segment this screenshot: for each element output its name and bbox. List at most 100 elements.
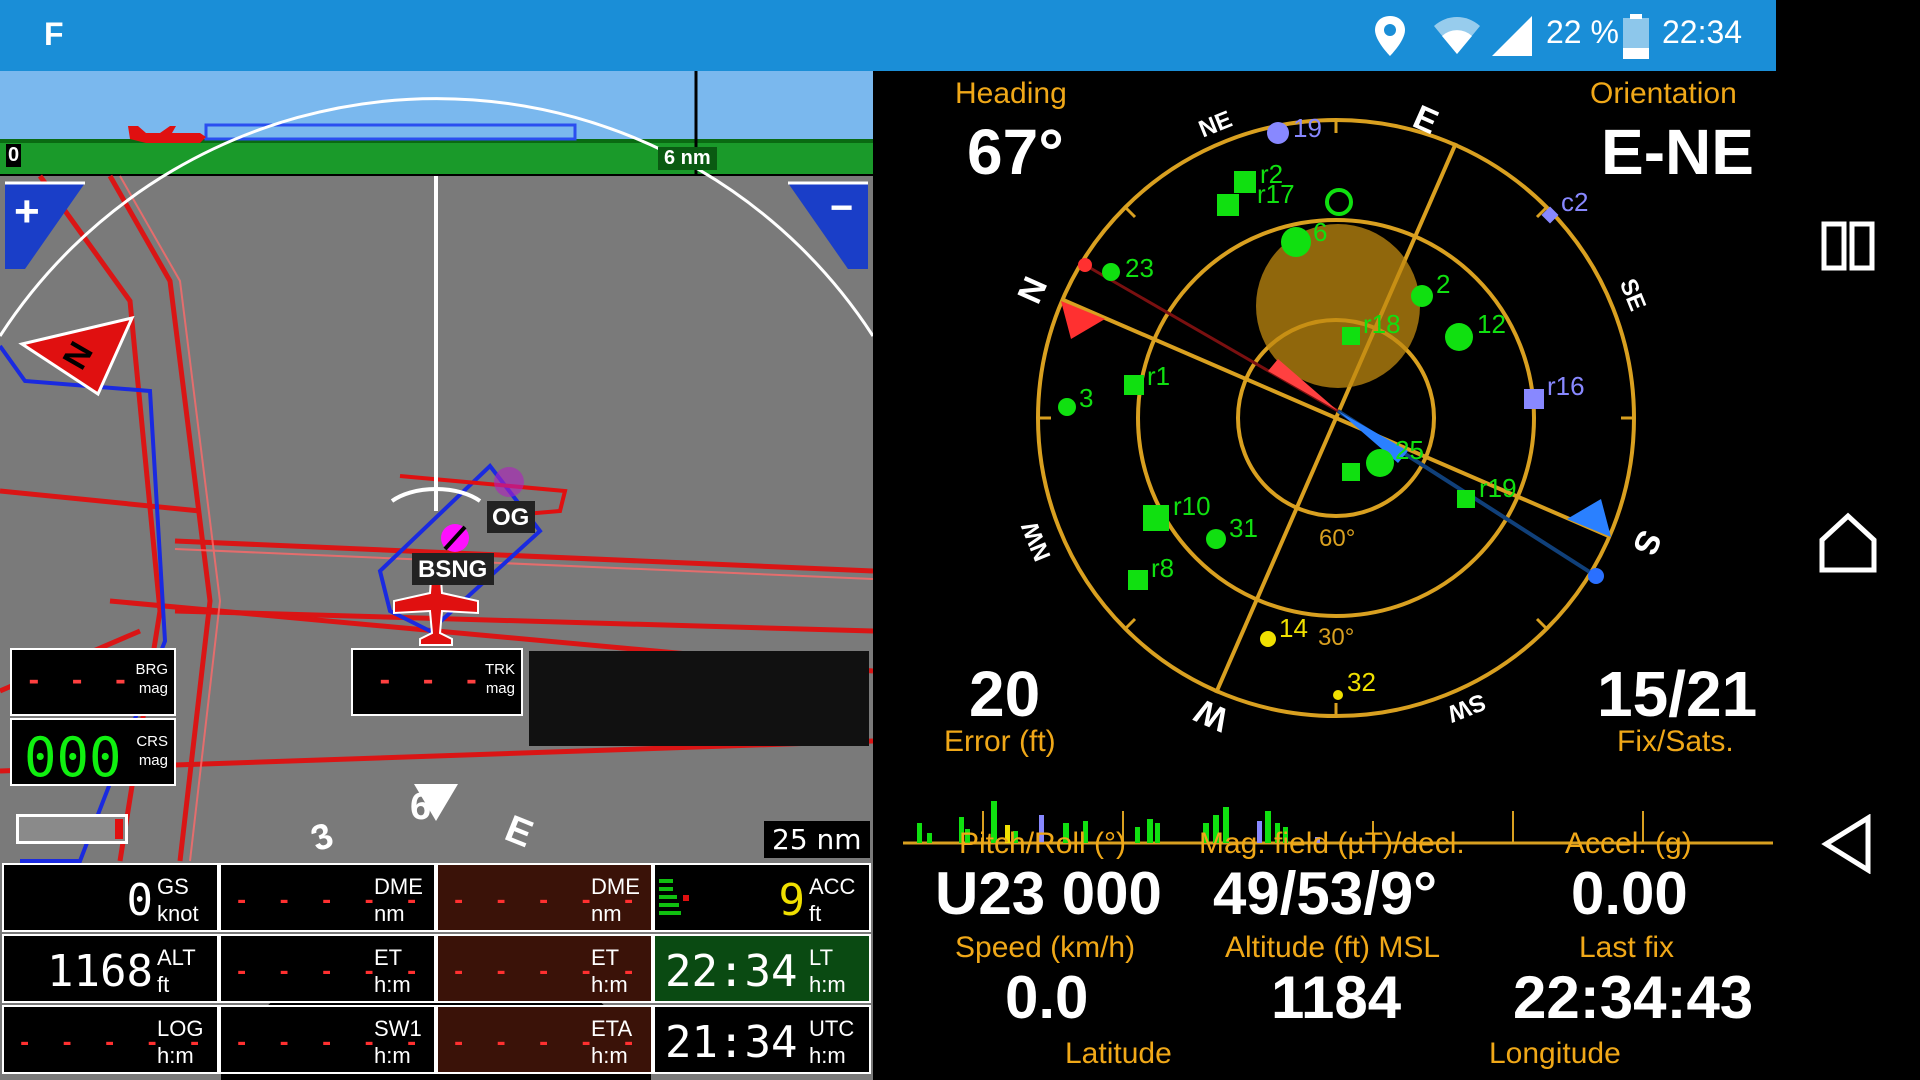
gs-label: GS	[157, 874, 189, 899]
recents-button[interactable]	[1776, 186, 1920, 306]
waypoint-og-marker	[494, 467, 524, 497]
log-label: LOG	[157, 1016, 204, 1041]
satellite-3-marker	[1058, 398, 1076, 416]
speed-value: 0.0	[1005, 964, 1089, 1031]
dme2-unit: nm	[591, 901, 622, 926]
ring-label-60: 60°	[1319, 525, 1356, 552]
mag-label: Mag. field (µT)/decl.	[1199, 827, 1465, 860]
satellite-23-marker	[1102, 263, 1120, 281]
brg-unit: mag	[138, 680, 168, 697]
satellite-r1-marker	[1124, 375, 1144, 395]
satellite-32-label: 32	[1347, 667, 1376, 697]
satellite-r16-label: r16	[1547, 371, 1585, 401]
lt-labels: LT h:m	[809, 944, 861, 998]
crs-unit: mag	[138, 752, 168, 769]
lastfix-value: 22:34:43	[1513, 964, 1754, 1031]
et1-label: ET	[374, 945, 403, 970]
home-button[interactable]	[1776, 482, 1920, 602]
altitude-label: Altitude (ft) MSL	[1225, 931, 1441, 964]
north-pointer-icon	[1061, 301, 1105, 339]
satellite-6-marker	[1281, 227, 1311, 257]
satellite-r8-marker	[1128, 570, 1148, 590]
gs-value: 0	[126, 875, 154, 926]
svg-text:+: +	[14, 187, 40, 236]
lt-cell[interactable]: 22:34 LT h:m	[653, 934, 871, 1003]
satellite-6-label: 6	[1313, 217, 1328, 247]
fix-value: 15/21	[1597, 658, 1758, 730]
pitch-label: Pitch/Roll (°)	[959, 827, 1127, 860]
satellite-r17-label: r17	[1257, 179, 1295, 209]
longitude-label: Longitude	[1489, 1037, 1621, 1070]
sw1-cell[interactable]: - - - - - SW1 h:m	[219, 1005, 436, 1074]
log-labels: LOG h:m	[157, 1015, 209, 1069]
acc-value: 9	[778, 875, 806, 926]
sun-marker	[1325, 188, 1353, 216]
error-label: Error (ft)	[944, 725, 1056, 758]
sw1-labels: SW1 h:m	[374, 1015, 426, 1069]
accel-value: 0.00	[1571, 860, 1688, 927]
alt-labels: ALT ft	[157, 944, 209, 998]
satellite-2-label: 2	[1436, 269, 1451, 299]
eta-cell[interactable]: - - - - - ETA h:m	[436, 1005, 653, 1074]
alt-cell[interactable]: 1168 ALT ft	[2, 934, 219, 1003]
waypoint-og-label[interactable]: OG	[487, 501, 535, 533]
et1-cell[interactable]: - - - - - ET h:m	[219, 934, 436, 1003]
satellite-19-label: 19	[1293, 113, 1322, 143]
alt-label: ALT	[157, 945, 196, 970]
lt-unit: h:m	[809, 972, 846, 997]
message-area	[529, 651, 869, 746]
trk-label: TRK mag	[485, 660, 515, 698]
trk-unit: mag	[485, 680, 515, 697]
crs-box[interactable]: 000 CRS mag	[10, 718, 176, 789]
acc-cell[interactable]: 9 ACC ft	[653, 863, 871, 932]
dme2-cell[interactable]: - - - - - DME nm	[436, 863, 653, 932]
satellite-r8-label: r8	[1151, 553, 1175, 583]
gs-labels: GS knot	[157, 873, 209, 927]
app-letter: F	[44, 16, 64, 52]
sw1-label: SW1	[374, 1016, 422, 1041]
gps-status-panel: Heading 67° Orientation E-NE N NE E SE S…	[873, 71, 1776, 1080]
satellite-r17-marker	[1217, 194, 1239, 216]
satellite-r2-marker	[1234, 171, 1256, 193]
log-cell[interactable]: - - - - - LOG h:m	[2, 1005, 219, 1074]
signal-icon	[1490, 14, 1534, 66]
satellite-12-marker	[1445, 323, 1473, 351]
et2-cell[interactable]: - - - - - ET h:m	[436, 934, 653, 1003]
svg-text:−: −	[830, 186, 853, 230]
battery-icon	[1622, 14, 1650, 68]
heading-needle-north	[1268, 359, 1338, 411]
satellite-c2-label: c2	[1561, 187, 1589, 217]
satellite-r16-marker	[1524, 389, 1544, 409]
satellite-marker	[1342, 463, 1360, 481]
trk-box[interactable]: - - - TRK mag	[351, 648, 523, 716]
mag-value: 49/53/9°	[1213, 860, 1438, 927]
satellite-r1-label: r1	[1147, 361, 1171, 391]
compass-label-6: 6	[410, 786, 432, 828]
satellite-25-label: 25	[1395, 435, 1424, 465]
alt-unit: ft	[157, 972, 170, 997]
satellite-r10-marker	[1143, 505, 1169, 531]
utc-labels: UTC h:m	[809, 1015, 861, 1069]
waypoint-bsng-label[interactable]: BSNG	[412, 553, 494, 585]
waypoint-bsng-text: BSNG	[418, 556, 488, 583]
dme2-label: DME	[591, 874, 640, 899]
satellite-r18-label: r18	[1363, 309, 1401, 339]
dme1-cell[interactable]: - - - - - DME nm	[219, 863, 436, 932]
dme1-labels: DME nm	[374, 873, 426, 927]
gs-cell[interactable]: 0 GS knot	[2, 863, 219, 932]
south-pointer-icon	[1567, 499, 1611, 537]
lt-label: LT	[809, 945, 834, 970]
gs-unit: knot	[157, 901, 199, 926]
error-value: 20	[969, 658, 1041, 730]
satellite-14-marker	[1260, 631, 1276, 647]
satellite-r19-label: r19	[1479, 473, 1517, 503]
utc-label: UTC	[809, 1016, 855, 1041]
satellite-31-marker	[1206, 529, 1226, 549]
brg-box[interactable]: - - - BRG mag	[10, 648, 176, 716]
back-button[interactable]	[1776, 784, 1920, 904]
dme2-labels: DME nm	[591, 873, 643, 927]
moving-map[interactable]: + − N OG BSNG 0 6 nm - - - BRG mag 000 C…	[0, 71, 873, 1080]
utc-cell[interactable]: 21:34 UTC h:m	[653, 1005, 871, 1074]
dme1-unit: nm	[374, 901, 405, 926]
sw1-unit: h:m	[374, 1043, 411, 1068]
